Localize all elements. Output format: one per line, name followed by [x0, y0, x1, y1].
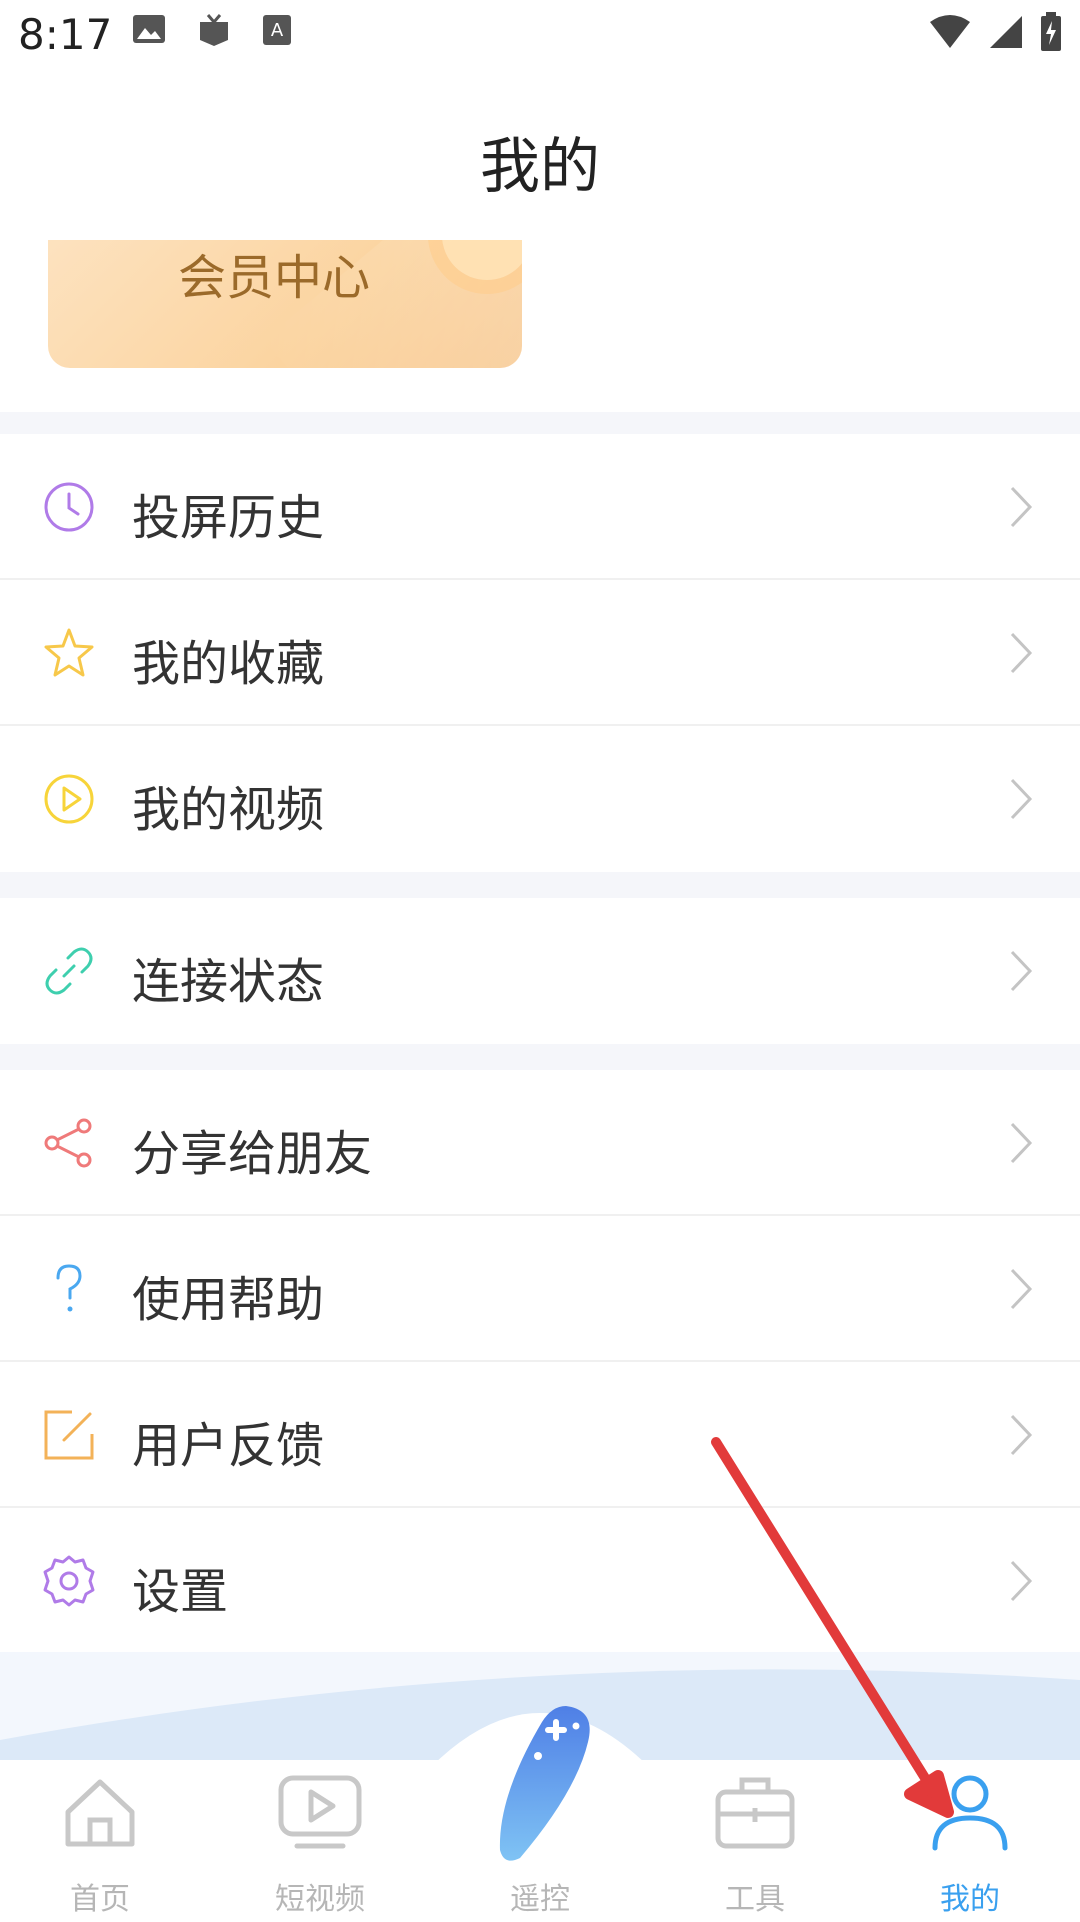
play-circle-icon [44, 774, 94, 824]
remote-icon [499, 1706, 590, 1861]
cellular-signal-icon [990, 16, 1022, 48]
image-notification-icon [133, 15, 165, 43]
menu-item-label: 我的收藏 [132, 636, 325, 692]
chevron-right-icon [1010, 1122, 1033, 1164]
tab-tools[interactable]: 工具 [670, 1772, 840, 1922]
tv-play-icon [278, 1775, 362, 1849]
tab-label: 遥控 [510, 1882, 570, 1917]
tab-short-video[interactable]: 短视频 [235, 1772, 405, 1922]
menu-item-label: 我的视频 [132, 782, 325, 838]
tab-profile[interactable]: 我的 [885, 1772, 1055, 1922]
tv-notification-icon [200, 14, 228, 46]
menu-item-connection[interactable]: 连接状态 [0, 898, 1080, 1044]
section-divider [0, 872, 1080, 898]
chevron-right-icon [1010, 486, 1033, 528]
menu-item-label: 用户反馈 [132, 1418, 325, 1474]
home-icon [65, 1779, 135, 1847]
chevron-right-icon [1010, 1268, 1033, 1310]
chevron-right-icon [1010, 1560, 1033, 1602]
clock-icon [44, 482, 94, 532]
toolbox-icon [715, 1777, 795, 1849]
section-divider [0, 412, 1080, 434]
svg-text:A: A [271, 20, 284, 41]
menu-item-label: 投屏历史 [132, 490, 325, 546]
page-title: 我的 [480, 132, 600, 202]
tab-label: 短视频 [275, 1882, 365, 1917]
status-notification-icons: A [132, 14, 292, 48]
menu-item-settings[interactable]: 设置 [0, 1508, 1080, 1654]
chevron-right-icon [1010, 1414, 1033, 1456]
chevron-right-icon [1010, 778, 1033, 820]
wifi-icon [930, 15, 970, 48]
member-center-card[interactable]: 会员中心 [48, 240, 522, 368]
tab-label: 工具 [725, 1882, 785, 1917]
menu-item-label: 使用帮助 [132, 1272, 325, 1328]
font-notification-icon: A [263, 15, 291, 45]
battery-charging-icon [1041, 12, 1061, 51]
menu-item-videos[interactable]: 我的视频 [0, 726, 1080, 872]
bottom-tab-bar: 首页 短视频 遥控 工具 我的 [0, 1706, 1080, 1922]
edit-icon [44, 1410, 94, 1460]
chevron-right-icon [1010, 950, 1033, 992]
user-icon [932, 1775, 1008, 1851]
star-icon [44, 628, 94, 677]
menu-item-history[interactable]: 投屏历史 [0, 434, 1080, 580]
status-bar: 8:17 A [0, 0, 1080, 75]
tab-remote[interactable]: 遥控 [455, 1706, 625, 1922]
link-icon [45, 947, 93, 995]
tab-label: 首页 [70, 1882, 130, 1917]
menu-item-feedback[interactable]: 用户反馈 [0, 1362, 1080, 1508]
tab-label: 我的 [940, 1882, 1000, 1917]
chevron-right-icon [1010, 632, 1033, 674]
question-icon [56, 1264, 82, 1312]
menu-item-label: 分享给朋友 [132, 1126, 373, 1182]
gear-icon [43, 1555, 95, 1607]
menu-item-share[interactable]: 分享给朋友 [0, 1070, 1080, 1216]
tab-home[interactable]: 首页 [15, 1772, 185, 1922]
share-icon [44, 1118, 92, 1168]
menu-item-favorites[interactable]: 我的收藏 [0, 580, 1080, 726]
menu-item-label: 设置 [132, 1564, 229, 1620]
menu-item-label: 连接状态 [132, 954, 325, 1010]
menu-item-help[interactable]: 使用帮助 [0, 1216, 1080, 1362]
status-time: 8:17 [18, 10, 113, 59]
section-divider [0, 1044, 1080, 1070]
member-center-label: 会员中心 [178, 250, 371, 306]
status-system-icons [928, 12, 1062, 52]
